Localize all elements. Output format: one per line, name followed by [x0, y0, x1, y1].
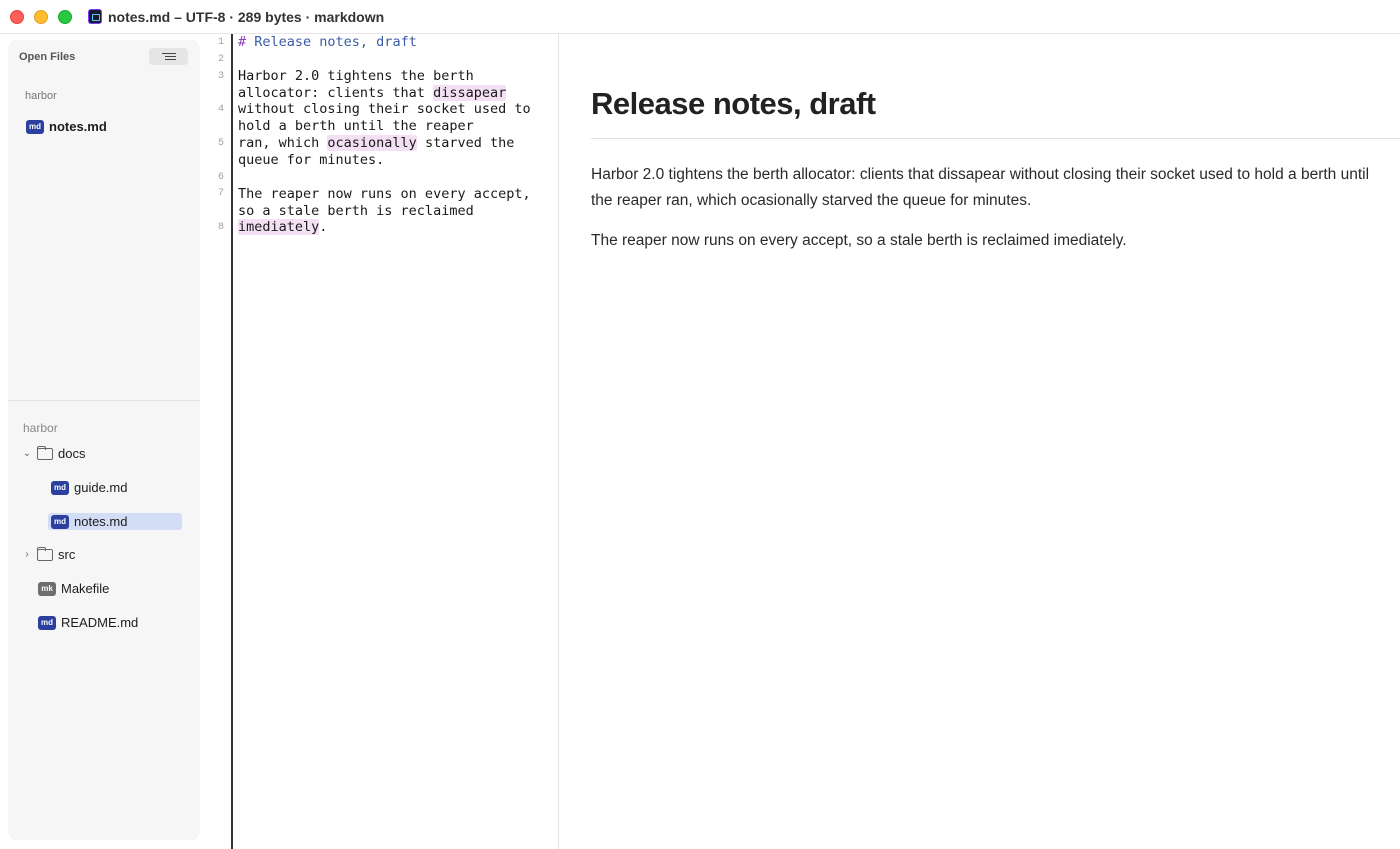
preview-title: Release notes, draft — [591, 86, 876, 121]
open-file-label: notes.md — [49, 119, 107, 134]
code-line[interactable]: The reaper now runs on every accept, — [238, 186, 531, 203]
tree-item-label: docs — [58, 446, 86, 461]
code-line[interactable]: hold a berth until the reaper — [238, 118, 474, 135]
markdown-file-icon: md — [26, 119, 44, 134]
tree-item-label: src — [58, 547, 76, 562]
line-number: 5 — [217, 138, 224, 149]
folder-icon — [37, 445, 53, 460]
code-line[interactable]: allocator: clients that dissapear — [238, 85, 507, 102]
makefile-icon: mk — [38, 581, 56, 596]
code-text: allocator: clients that — [238, 85, 434, 101]
chevron-right-icon[interactable]: › — [22, 549, 32, 560]
code-line[interactable]: so a stale berth is reclaimed — [238, 203, 474, 220]
zoom-window-button[interactable] — [58, 10, 72, 24]
preview-heading-rule — [591, 138, 1400, 139]
tree-item-label: guide.md — [74, 480, 128, 495]
misspelled-word[interactable]: ocasionally — [327, 135, 417, 151]
tree-item-label: README.md — [61, 615, 139, 630]
tree-item-label: notes.md — [74, 514, 128, 529]
tree-folder-src[interactable]: › src — [22, 546, 76, 562]
markdown-preview — [559, 34, 1400, 849]
line-number: 8 — [217, 222, 224, 233]
misspelled-word[interactable]: dissapear — [433, 85, 507, 101]
code-line[interactable]: without closing their socket used to — [238, 101, 531, 118]
code-line[interactable]: Harbor 2.0 tightens the berth — [238, 68, 474, 85]
heading-source-text: Release notes, draft — [246, 34, 417, 50]
heading-marker: # — [238, 34, 247, 50]
tree-file-readme[interactable]: md README.md — [38, 615, 138, 630]
tree-item-label: Makefile — [61, 581, 110, 596]
misspelled-word[interactable]: imediately — [238, 219, 320, 235]
line-number: 7 — [217, 188, 224, 199]
preview-paragraph: Harbor 2.0 tightens the berth allocator:… — [591, 166, 1370, 209]
code-text: ran, which — [238, 135, 328, 151]
gutter-border — [231, 34, 233, 849]
window-title: notes.md – UTF-8 · 289 bytes · markdown — [108, 9, 385, 25]
markdown-file-icon: md — [51, 514, 69, 529]
tree-file-guide[interactable]: md guide.md — [51, 480, 127, 495]
open-files-group-label: harbor — [25, 90, 57, 102]
folder-icon — [37, 546, 53, 561]
title-bar: notes.md – UTF-8 · 289 bytes · markdown — [0, 0, 1400, 34]
line-number: 2 — [217, 54, 224, 65]
close-window-button[interactable] — [10, 10, 24, 24]
app-icon — [88, 9, 102, 24]
line-number: 4 — [217, 104, 224, 115]
line-number: 1 — [217, 37, 224, 48]
tree-folder-docs[interactable]: ⌄ docs — [22, 445, 86, 461]
preview-paragraph: The reaper now runs on every accept, so … — [591, 232, 1127, 249]
line-number: 3 — [217, 71, 224, 82]
list-icon — [161, 52, 176, 61]
tree-file-makefile[interactable]: mk Makefile — [38, 581, 109, 596]
outline-toggle-button[interactable] — [149, 48, 188, 65]
code-text: starved the — [416, 135, 515, 151]
markdown-file-icon: md — [38, 615, 56, 630]
line-number: 6 — [217, 172, 224, 183]
code-line[interactable]: imediately. — [238, 219, 327, 236]
minimize-window-button[interactable] — [34, 10, 48, 24]
markdown-file-icon: md — [51, 480, 69, 495]
code-text: . — [319, 219, 328, 235]
sidebar — [8, 40, 200, 840]
open-files-header: Open Files — [19, 51, 76, 63]
code-line-heading[interactable]: # Release notes, draft — [238, 34, 417, 51]
sidebar-divider — [8, 400, 200, 401]
code-line[interactable]: ran, which ocasionally starved the — [238, 135, 514, 152]
open-file-notes[interactable]: md notes.md — [26, 119, 107, 134]
tree-file-notes[interactable]: md notes.md — [51, 514, 127, 529]
code-line[interactable]: queue for minutes. — [238, 152, 384, 169]
chevron-down-icon[interactable]: ⌄ — [22, 448, 32, 459]
project-label: harbor — [23, 421, 58, 435]
